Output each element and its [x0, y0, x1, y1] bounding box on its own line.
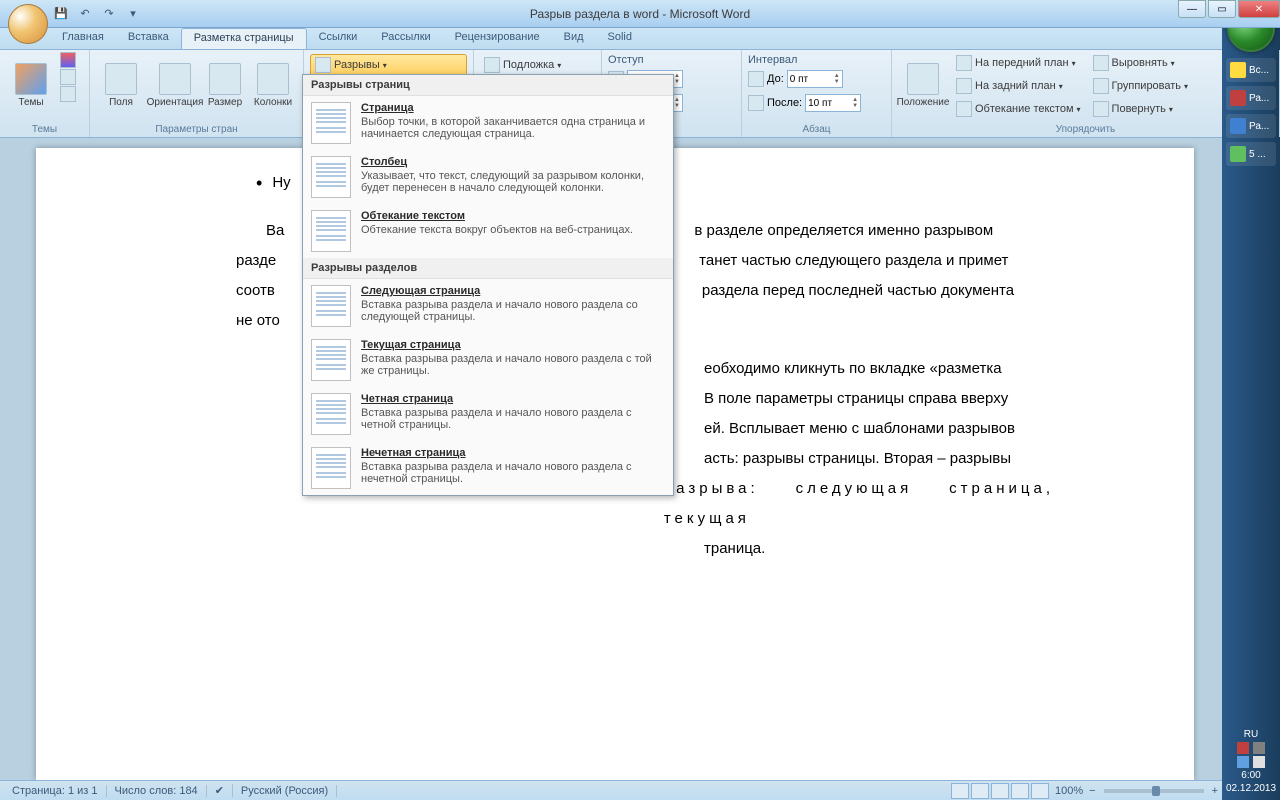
columns-icon	[257, 63, 289, 95]
status-language[interactable]: Русский (Россия)	[233, 785, 337, 797]
margins-button[interactable]: Поля	[96, 52, 146, 118]
break-column[interactable]: СтолбецУказывает, что текст, следующий з…	[303, 150, 673, 204]
undo-icon[interactable]: ↶	[74, 4, 96, 24]
tab-view[interactable]: Вид	[552, 28, 596, 49]
dropdown-header-sections: Разрывы разделов	[303, 258, 673, 279]
break-odd-page[interactable]: Нечетная страницаВставка разрыва раздела…	[303, 441, 673, 495]
group-arrange-label: Упорядочить	[892, 124, 1279, 135]
group-themes-label: Темы	[0, 124, 89, 135]
spacing-before[interactable]: До:0 пт▲▼	[748, 68, 885, 90]
breaks-button[interactable]: Разрывы▾	[310, 54, 467, 76]
tab-solid[interactable]: Solid	[596, 28, 644, 49]
zoom-in[interactable]: +	[1212, 785, 1218, 797]
orientation-icon	[159, 63, 191, 95]
spacing-after[interactable]: После:10 пт▲▼	[748, 92, 885, 114]
tab-insert[interactable]: Вставка	[116, 28, 181, 49]
group-indent-title: Отступ	[608, 54, 735, 66]
group-paragraph-label: Абзац	[742, 124, 891, 135]
system-tray: RU 6:00 02.12.2013	[1222, 723, 1280, 800]
bring-front-button[interactable]: На передний план▾	[952, 52, 1085, 74]
group-spacing-title: Интервал	[748, 54, 885, 66]
doc-text: Ну	[272, 168, 290, 198]
break-next-page[interactable]: Следующая страницаВставка разрыва раздел…	[303, 279, 673, 333]
even-page-icon	[311, 393, 351, 435]
break-page[interactable]: СтраницаВыбор точки, в которой заканчива…	[303, 96, 673, 150]
watermark-button[interactable]: Подложка▾	[480, 54, 595, 76]
rotate-icon	[1093, 101, 1109, 117]
group-icon	[1093, 78, 1109, 94]
window-title: Разрыв раздела в word - Microsoft Word	[530, 7, 750, 21]
group-pagesetup-label: Параметры стран	[90, 124, 303, 135]
back-icon	[956, 78, 972, 94]
status-page[interactable]: Страница: 1 из 1	[4, 785, 107, 797]
break-even-page[interactable]: Четная страницаВставка разрыва раздела и…	[303, 387, 673, 441]
wrap-icon	[956, 101, 972, 117]
position-icon	[907, 63, 939, 95]
taskbar-item[interactable]: 5 ...	[1226, 142, 1276, 166]
spacing-before-icon	[748, 71, 764, 87]
align-icon	[1093, 55, 1109, 71]
view-outline[interactable]	[1011, 783, 1029, 799]
send-back-button[interactable]: На задний план▾	[952, 75, 1085, 97]
tab-mailings[interactable]: Рассылки	[369, 28, 442, 49]
breaks-icon	[315, 57, 331, 73]
next-page-icon	[311, 285, 351, 327]
rotate-button[interactable]: Повернуть▾	[1089, 98, 1193, 120]
view-full-screen[interactable]	[971, 783, 989, 799]
maximize-button[interactable]: ▭	[1208, 0, 1236, 18]
spacing-after-icon	[748, 95, 764, 111]
zoom-level[interactable]: 100%	[1055, 785, 1083, 797]
break-text-wrap[interactable]: Обтекание текстомОбтекание текста вокруг…	[303, 204, 673, 258]
themes-button[interactable]: Темы	[6, 52, 56, 118]
breaks-dropdown: Разрывы страниц СтраницаВыбор точки, в к…	[302, 74, 674, 496]
clock-time[interactable]: 6:00	[1226, 770, 1276, 781]
odd-page-icon	[311, 447, 351, 489]
redo-icon[interactable]: ↷	[98, 4, 120, 24]
wrap-break-icon	[311, 210, 351, 252]
page-break-icon	[311, 102, 351, 144]
column-break-icon	[311, 156, 351, 198]
break-continuous[interactable]: Текущая страницаВставка разрыва раздела …	[303, 333, 673, 387]
tab-references[interactable]: Ссылки	[307, 28, 370, 49]
fonts-icon[interactable]	[60, 69, 76, 85]
size-icon	[209, 63, 241, 95]
tab-page-layout[interactable]: Разметка страницы	[181, 28, 307, 49]
zoom-out[interactable]: −	[1089, 785, 1095, 797]
align-button[interactable]: Выровнять▾	[1089, 52, 1193, 74]
title-bar: 💾 ↶ ↷ ▾ Разрыв раздела в word - Microsof…	[0, 0, 1280, 28]
status-bar: Страница: 1 из 1 Число слов: 184 ✔ Русск…	[0, 780, 1222, 800]
size-button[interactable]: Размер	[204, 52, 246, 118]
effects-icon[interactable]	[60, 86, 76, 102]
orientation-button[interactable]: Ориентация	[150, 52, 200, 118]
qat-dropdown-icon[interactable]: ▾	[122, 4, 144, 24]
watermark-icon	[484, 57, 500, 73]
view-print-layout[interactable]	[951, 783, 969, 799]
ribbon-tabs: Главная Вставка Разметка страницы Ссылки…	[0, 28, 1280, 50]
tab-home[interactable]: Главная	[50, 28, 116, 49]
status-words[interactable]: Число слов: 184	[107, 785, 207, 797]
text-wrap-button[interactable]: Обтекание текстом▾	[952, 98, 1085, 120]
front-icon	[956, 55, 972, 71]
group-button[interactable]: Группировать▾	[1089, 75, 1193, 97]
view-draft[interactable]	[1031, 783, 1049, 799]
office-button[interactable]	[8, 4, 48, 44]
margins-icon	[105, 63, 137, 95]
clock-date[interactable]: 02.12.2013	[1226, 783, 1276, 794]
quick-access-toolbar: 💾 ↶ ↷ ▾	[50, 4, 144, 24]
continuous-icon	[311, 339, 351, 381]
language-indicator[interactable]: RU	[1226, 729, 1276, 740]
save-icon[interactable]: 💾	[50, 4, 72, 24]
zoom-slider[interactable]	[1104, 789, 1204, 793]
dropdown-header-pages: Разрывы страниц	[303, 75, 673, 96]
tab-review[interactable]: Рецензирование	[443, 28, 552, 49]
view-web[interactable]	[991, 783, 1009, 799]
position-button[interactable]: Положение	[898, 52, 948, 118]
themes-icon	[15, 63, 47, 95]
columns-button[interactable]: Колонки	[250, 52, 296, 118]
close-button[interactable]: ✕	[1238, 0, 1280, 18]
minimize-button[interactable]: —	[1178, 0, 1206, 18]
colors-icon[interactable]	[60, 52, 76, 68]
status-proofing-icon[interactable]: ✔	[207, 784, 233, 797]
